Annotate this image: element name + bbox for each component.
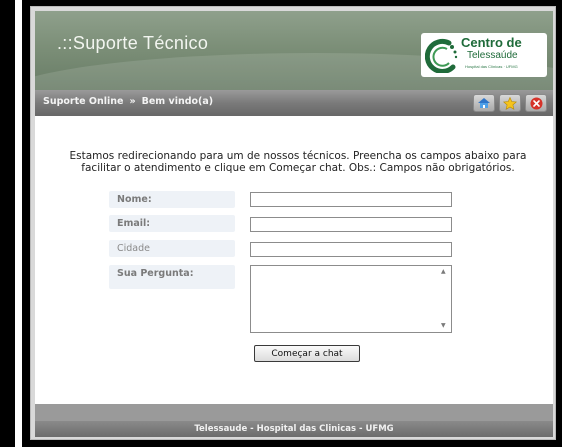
page-header: .::Suporte Técnico Centro de Telessaúde … [35, 11, 553, 90]
nav-icon-group [473, 94, 547, 112]
textarea-scrollbar[interactable]: ▲ ▼ [439, 266, 451, 332]
star-icon [503, 96, 517, 110]
breadcrumb-welcome: Bem vindo(a) [141, 96, 214, 107]
intro-text: Estamos redirecionando para um de nossos… [69, 150, 527, 174]
telessaude-logo: Centro de Telessaúde Hospital das Clínic… [421, 33, 547, 77]
email-label: Email: [109, 215, 235, 232]
city-input[interactable] [250, 242, 452, 257]
breadcrumb: Suporte Online » Bem vindo(a) [43, 96, 213, 107]
scroll-down-arrow-icon[interactable]: ▼ [441, 323, 446, 329]
page-title: .::Suporte Técnico [57, 33, 209, 53]
telessaude-logo-icon [425, 38, 458, 73]
breadcrumb-support-online[interactable]: Suporte Online [43, 96, 123, 107]
name-label: Nome: [109, 191, 235, 208]
logo-line-3: Hospital das Clínicas · UFMG [465, 64, 518, 69]
favorite-button[interactable] [499, 94, 521, 112]
home-icon [478, 98, 490, 108]
question-label: Sua Pergunta: [109, 265, 235, 289]
name-input[interactable] [250, 192, 452, 207]
close-button[interactable] [525, 94, 547, 112]
nav-bar: Suporte Online » Bem vindo(a) [35, 90, 553, 116]
question-textarea[interactable] [250, 265, 452, 333]
city-label: Cidade [109, 240, 235, 257]
footer-band [35, 404, 553, 421]
close-icon [530, 97, 542, 109]
support-chat-window: .::Suporte Técnico Centro de Telessaúde … [35, 11, 553, 437]
start-chat-button[interactable]: Começar a chat [254, 345, 360, 362]
scroll-up-arrow-icon[interactable]: ▲ [441, 269, 446, 275]
logo-line-2: Telessaúde [467, 50, 518, 61]
page-footer: Telessaude - Hospital das Clinicas - UFM… [35, 421, 553, 437]
home-button[interactable] [473, 94, 495, 112]
left-black-border [0, 0, 15, 447]
logo-line-1: Centro de [461, 35, 522, 50]
email-input[interactable] [250, 217, 452, 232]
breadcrumb-separator: » [129, 96, 136, 107]
